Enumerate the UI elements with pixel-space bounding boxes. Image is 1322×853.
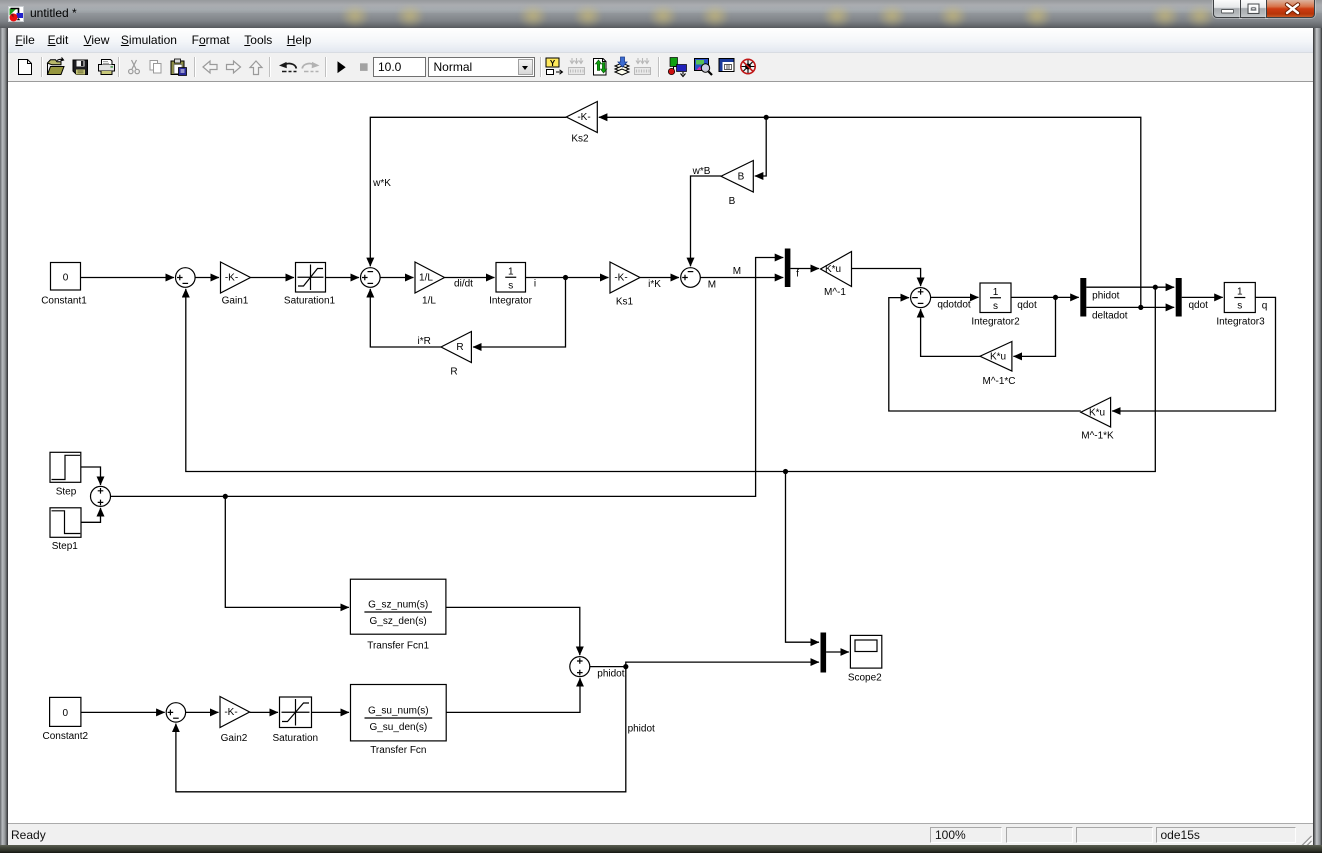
svg-text:qdotdot: qdotdot xyxy=(937,300,971,311)
svg-text:-K-: -K- xyxy=(225,273,238,284)
svg-text:1/L: 1/L xyxy=(419,273,433,284)
svg-text:B: B xyxy=(738,171,745,182)
svg-text:Transfer Fcn1: Transfer Fcn1 xyxy=(367,641,429,652)
svg-text:G_sz_num(s): G_sz_num(s) xyxy=(368,600,428,611)
svg-text:deltadot: deltadot xyxy=(1092,311,1128,322)
svg-text:Transfer Fcn: Transfer Fcn xyxy=(370,745,426,756)
svg-text:s: s xyxy=(508,280,513,291)
svg-text:M^-1*K: M^-1*K xyxy=(1081,431,1114,442)
svg-text:Step: Step xyxy=(56,487,77,498)
svg-text:phidot: phidot xyxy=(1092,290,1119,301)
svg-text:Integrator3: Integrator3 xyxy=(1216,317,1265,328)
svg-text:Gain1: Gain1 xyxy=(222,296,249,307)
svg-text:K*u: K*u xyxy=(1089,407,1105,418)
svg-text:phidot: phidot xyxy=(597,669,624,680)
svg-text:K*u: K*u xyxy=(990,351,1006,362)
svg-text:Constant2: Constant2 xyxy=(43,731,89,742)
svg-text:Saturation: Saturation xyxy=(273,733,319,744)
svg-text:G_su_num(s): G_su_num(s) xyxy=(368,706,429,717)
svg-text:w*B: w*B xyxy=(692,166,711,177)
svg-text:M^-1*C: M^-1*C xyxy=(982,376,1015,387)
svg-text:Y: Y xyxy=(550,59,556,68)
svg-text:0: 0 xyxy=(63,273,69,284)
svg-text:i*K: i*K xyxy=(648,279,661,290)
svg-text:w*K: w*K xyxy=(372,178,391,189)
svg-text:qdot: qdot xyxy=(1017,300,1037,311)
svg-text:M^-1: M^-1 xyxy=(824,287,846,298)
svg-text:0: 0 xyxy=(63,708,69,719)
svg-text:Integrator: Integrator xyxy=(489,296,532,307)
svg-text:f: f xyxy=(796,269,799,280)
svg-text:B: B xyxy=(729,196,736,207)
svg-text:1: 1 xyxy=(1237,287,1243,298)
svg-text:-K-: -K- xyxy=(224,707,237,718)
svg-text:-K-: -K- xyxy=(614,273,627,284)
svg-text:K*u: K*u xyxy=(825,264,841,275)
svg-text:M: M xyxy=(708,280,716,291)
svg-text:qdot: qdot xyxy=(1189,300,1209,311)
svg-text:phidot: phidot xyxy=(628,724,655,735)
svg-text:s: s xyxy=(993,301,998,312)
svg-text:1/L: 1/L xyxy=(422,296,436,307)
svg-text:Saturation1: Saturation1 xyxy=(284,296,336,307)
svg-text:M: M xyxy=(733,266,741,277)
svg-text:R: R xyxy=(450,367,457,378)
svg-text:q: q xyxy=(1262,300,1268,311)
svg-text:i*R: i*R xyxy=(418,336,431,347)
svg-text:1: 1 xyxy=(993,287,999,298)
svg-text:di/dt: di/dt xyxy=(454,279,473,290)
svg-text:1: 1 xyxy=(508,266,514,277)
svg-text:s: s xyxy=(1237,301,1242,312)
svg-text:Step1: Step1 xyxy=(52,541,79,552)
svg-text:-K-: -K- xyxy=(577,112,590,123)
svg-text:Ks2: Ks2 xyxy=(571,134,589,145)
svg-text:G_sz_den(s): G_sz_den(s) xyxy=(370,616,427,627)
svg-text:R: R xyxy=(456,342,463,353)
svg-text:i: i xyxy=(534,279,536,290)
svg-text:Gain2: Gain2 xyxy=(221,733,248,744)
svg-text:G_su_den(s): G_su_den(s) xyxy=(369,722,427,733)
svg-text:Scope2: Scope2 xyxy=(848,673,882,684)
svg-text:Constant1: Constant1 xyxy=(41,296,87,307)
svg-text:Ks1: Ks1 xyxy=(616,297,634,308)
svg-text:Integrator2: Integrator2 xyxy=(971,317,1020,328)
